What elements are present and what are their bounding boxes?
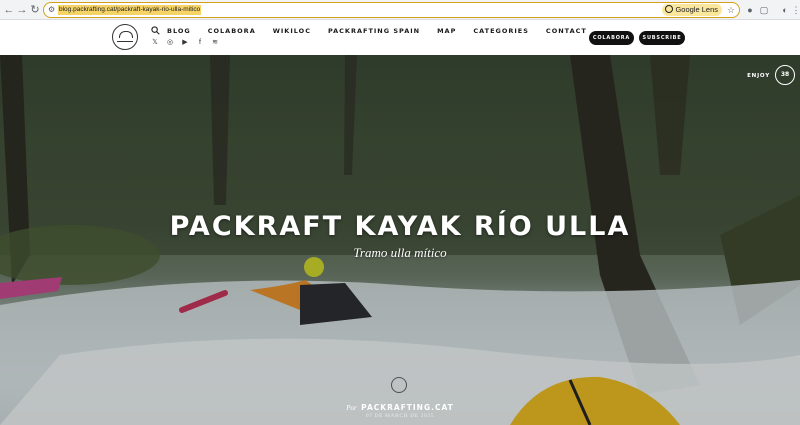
extensions-puzzle-icon[interactable]: ▢ [757,3,771,17]
google-lens-label: Google Lens [675,5,718,14]
x-icon[interactable]: 𝕏 [151,39,159,47]
subscribe-button[interactable]: SUBSCRIBE [639,31,685,45]
main-menu: BLOG COLABORA WIKILOC PACKRAFTING SPAIN … [167,26,604,36]
site-header: BLOG COLABORA WIKILOC PACKRAFTING SPAIN … [0,20,800,55]
post-subtitle: Tramo ulla mítico [353,245,447,260]
enjoy-label: ENJOY [747,73,770,79]
lens-icon [665,5,674,13]
menu-item-map[interactable]: MAP [437,26,456,36]
browser-toolbar: ← → ↻ ⚙ blog.packrafting.cat/packraft-ka… [0,0,800,20]
menu-item-contact[interactable]: CONTACT [546,26,587,36]
google-lens-button[interactable]: Google Lens [662,4,722,16]
facebook-icon[interactable]: f [196,39,204,47]
menu-item-packrafting-spain[interactable]: PACKRAFTING SPAIN [328,26,420,36]
bookmark-star-icon[interactable]: ☆ [727,4,735,16]
menu-item-blog[interactable]: BLOG [167,26,191,36]
menu-item-wikiloc[interactable]: WIKILOC [273,26,311,36]
enjoy-counter[interactable]: 38 [775,65,795,85]
menu-item-colabora[interactable]: COLABORA [208,26,256,36]
menu-item-categories[interactable]: CATEGORIES [473,26,529,36]
hero-section: ENJOY 38 PACKRAFT KAYAK RÍO ULLA Tramo u… [0,55,800,425]
social-links: 𝕏 ◎ ▶ f ≋ [151,39,219,47]
colabora-button[interactable]: COLABORA [589,31,634,45]
browser-menu-icon[interactable]: ⋮ [789,3,800,17]
url-text[interactable]: blog.packrafting.cat/packraft-kayak-rio-… [58,5,202,15]
byline-prefix: Por [346,404,357,412]
site-logo[interactable] [112,24,138,50]
address-bar[interactable]: ⚙ blog.packrafting.cat/packraft-kayak-ri… [43,2,740,18]
youtube-icon[interactable]: ▶ [181,39,189,47]
extension-icon[interactable]: ● [743,3,757,17]
author-link[interactable]: PACKRAFTING.CAT [361,403,454,412]
post-date: 07 DE MARCH DE 2025 [365,413,435,419]
reload-icon[interactable]: ↻ [28,3,42,17]
post-title: PACKRAFT KAYAK RÍO ULLA [169,211,631,242]
instagram-icon[interactable]: ◎ [166,39,174,47]
author-logo-icon [391,377,407,393]
forward-icon[interactable]: → [15,3,29,17]
rss-icon[interactable]: ≋ [211,39,219,47]
search-icon[interactable] [151,26,160,35]
back-icon[interactable]: ← [2,3,16,17]
site-info-icon[interactable]: ⚙ [48,5,57,14]
